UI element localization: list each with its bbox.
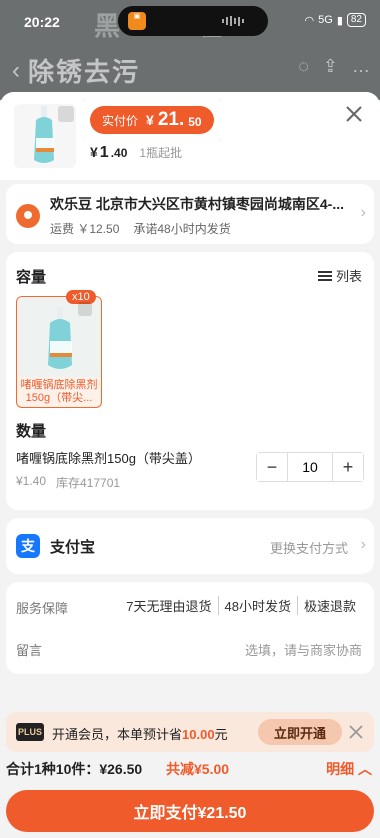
min-order-qty: 1瓶起批 xyxy=(139,146,183,160)
status-time: 20:22 xyxy=(24,14,60,30)
unit-price-int: 1 xyxy=(99,144,109,161)
address-text: 欢乐豆 北京市大兴区市黄村镇枣园尚城南区4-... xyxy=(50,196,345,212)
wifi-icon: ◠ xyxy=(304,14,315,27)
unit-price-dec: .40 xyxy=(110,146,128,160)
membership-text: 开通会员，本单预计省10.00元 xyxy=(52,727,228,742)
background-nav: ‹ 除锈去污 xyxy=(12,52,140,89)
share-icon: ⇪ xyxy=(322,56,338,76)
item-stock: 库存417701 xyxy=(56,476,121,490)
chevron-up-icon: ︿ xyxy=(358,761,372,777)
open-membership-button[interactable]: 立即开通 xyxy=(258,719,342,745)
list-view-toggle[interactable]: 列表 xyxy=(317,266,362,285)
total-summary: 合计1种10件：¥26.50 xyxy=(6,761,143,777)
spec-card: 容量 列表 啫喱锅底除黑剂150g（带尖... x10 数量 啫喱锅底除黑剂15… xyxy=(6,252,374,510)
service-card: 服务保障 7天无理由退货 48小时发货 极速退款 留言 选填，请与商家协商 xyxy=(6,582,374,674)
service-tag: 48小时发货 xyxy=(217,596,297,615)
payment-method: 支付宝 xyxy=(50,539,96,556)
increment-button[interactable]: + xyxy=(333,453,363,481)
order-summary: 合计1种10件：¥26.50 共减¥5.00 明细 ︿ xyxy=(0,756,380,782)
detail-toggle[interactable]: 明细 ︿ xyxy=(326,759,372,779)
service-tags: 7天无理由退货 48小时发货 极速退款 xyxy=(120,596,362,615)
payment-card[interactable]: 支 支付宝 更换支付方式 › xyxy=(6,518,374,574)
app-badge-icon: ▣ xyxy=(128,12,146,30)
status-icons: ◠ 5G ▮ 82 xyxy=(305,13,366,27)
note-label: 留言 xyxy=(16,643,43,658)
paid-price-dec: 50 xyxy=(188,115,202,129)
ship-promise: 承诺48小时内发货 xyxy=(133,222,231,236)
membership-banner: PLUS 开通会员，本单预计省10.00元 立即开通 xyxy=(6,712,374,752)
paid-price-int: 21. xyxy=(157,109,185,130)
address-subline: 运费 ￥12.50 承诺48小时内发货 xyxy=(50,220,231,237)
chevron-right-icon: › xyxy=(360,536,366,553)
list-icon xyxy=(317,270,332,281)
battery-icon: 82 xyxy=(346,13,366,27)
audio-wave-icon xyxy=(222,16,250,26)
quantity-title: 数量 xyxy=(16,423,47,440)
service-tag: 极速退款 xyxy=(296,596,362,615)
unit-price: ¥ 1 .40 1瓶起批 xyxy=(90,144,182,162)
close-icon[interactable] xyxy=(342,102,366,126)
network-label: 5G xyxy=(318,14,333,26)
background-actions: ◌ ⇪ … xyxy=(298,56,370,77)
product-header: 实付价 ¥ 21. 50 ¥ 1 .40 1瓶起批 xyxy=(0,92,380,180)
item-price: ¥1.40 xyxy=(16,474,47,488)
back-icon: ‹ xyxy=(12,56,20,84)
status-bar: 20:22 ▣ ◠ 5G ▮ 82 xyxy=(0,0,380,44)
chevron-right-icon: › xyxy=(360,204,366,221)
address-card[interactable]: 欢乐豆 北京市大兴区市黄村镇枣园尚城南区4-... 运费 ￥12.50 承诺48… xyxy=(6,184,374,244)
service-label: 服务保障 xyxy=(16,601,69,616)
membership-saving: 10.00 xyxy=(182,727,215,742)
service-tag: 7天无理由退货 xyxy=(126,599,212,614)
paid-price-pill: 实付价 ¥ 21. 50 xyxy=(90,106,214,134)
reduce-summary: 共减¥5.00 xyxy=(166,761,230,777)
decrement-button[interactable]: − xyxy=(257,453,287,481)
shipping-fee: 运费 ￥12.50 xyxy=(50,222,120,236)
paid-price-currency: ¥ xyxy=(146,112,154,128)
pay-now-button[interactable]: 立即支付¥21.50 xyxy=(6,790,374,832)
list-view-label: 列表 xyxy=(335,269,362,284)
note-input[interactable]: 选填，请与商家协商 xyxy=(245,640,362,659)
alipay-icon: 支 xyxy=(16,534,40,558)
quantity-input[interactable] xyxy=(287,453,333,481)
location-pin-icon xyxy=(16,204,40,228)
paid-price-tag: 实付价 xyxy=(102,113,139,128)
order-sheet: 实付价 ¥ 21. 50 ¥ 1 .40 1瓶起批 欢乐豆 北京市大兴区市黄村镇… xyxy=(0,92,380,838)
quantity-stepper[interactable]: − + xyxy=(256,452,364,482)
background-nav-title: 除锈去污 xyxy=(28,57,141,87)
cart-icon: ◌ xyxy=(298,56,309,76)
item-meta: ¥1.40 库存417701 xyxy=(16,474,120,491)
plus-badge: PLUS xyxy=(16,723,44,741)
sku-expand-icon[interactable] xyxy=(78,302,92,316)
change-payment-link[interactable]: 更换支付方式 xyxy=(270,538,348,557)
sku-label: 啫喱锅底除黑剂150g（带尖... xyxy=(20,379,98,404)
close-banner-icon[interactable] xyxy=(346,722,366,742)
unit-price-currency: ¥ xyxy=(90,144,98,160)
capacity-title: 容量 xyxy=(16,269,47,286)
signal-icon: ▮ xyxy=(336,14,343,27)
expand-image-icon[interactable] xyxy=(58,106,74,122)
more-icon: … xyxy=(352,56,370,76)
item-name: 啫喱锅底除黑剂150g（带尖盖） xyxy=(16,451,201,466)
